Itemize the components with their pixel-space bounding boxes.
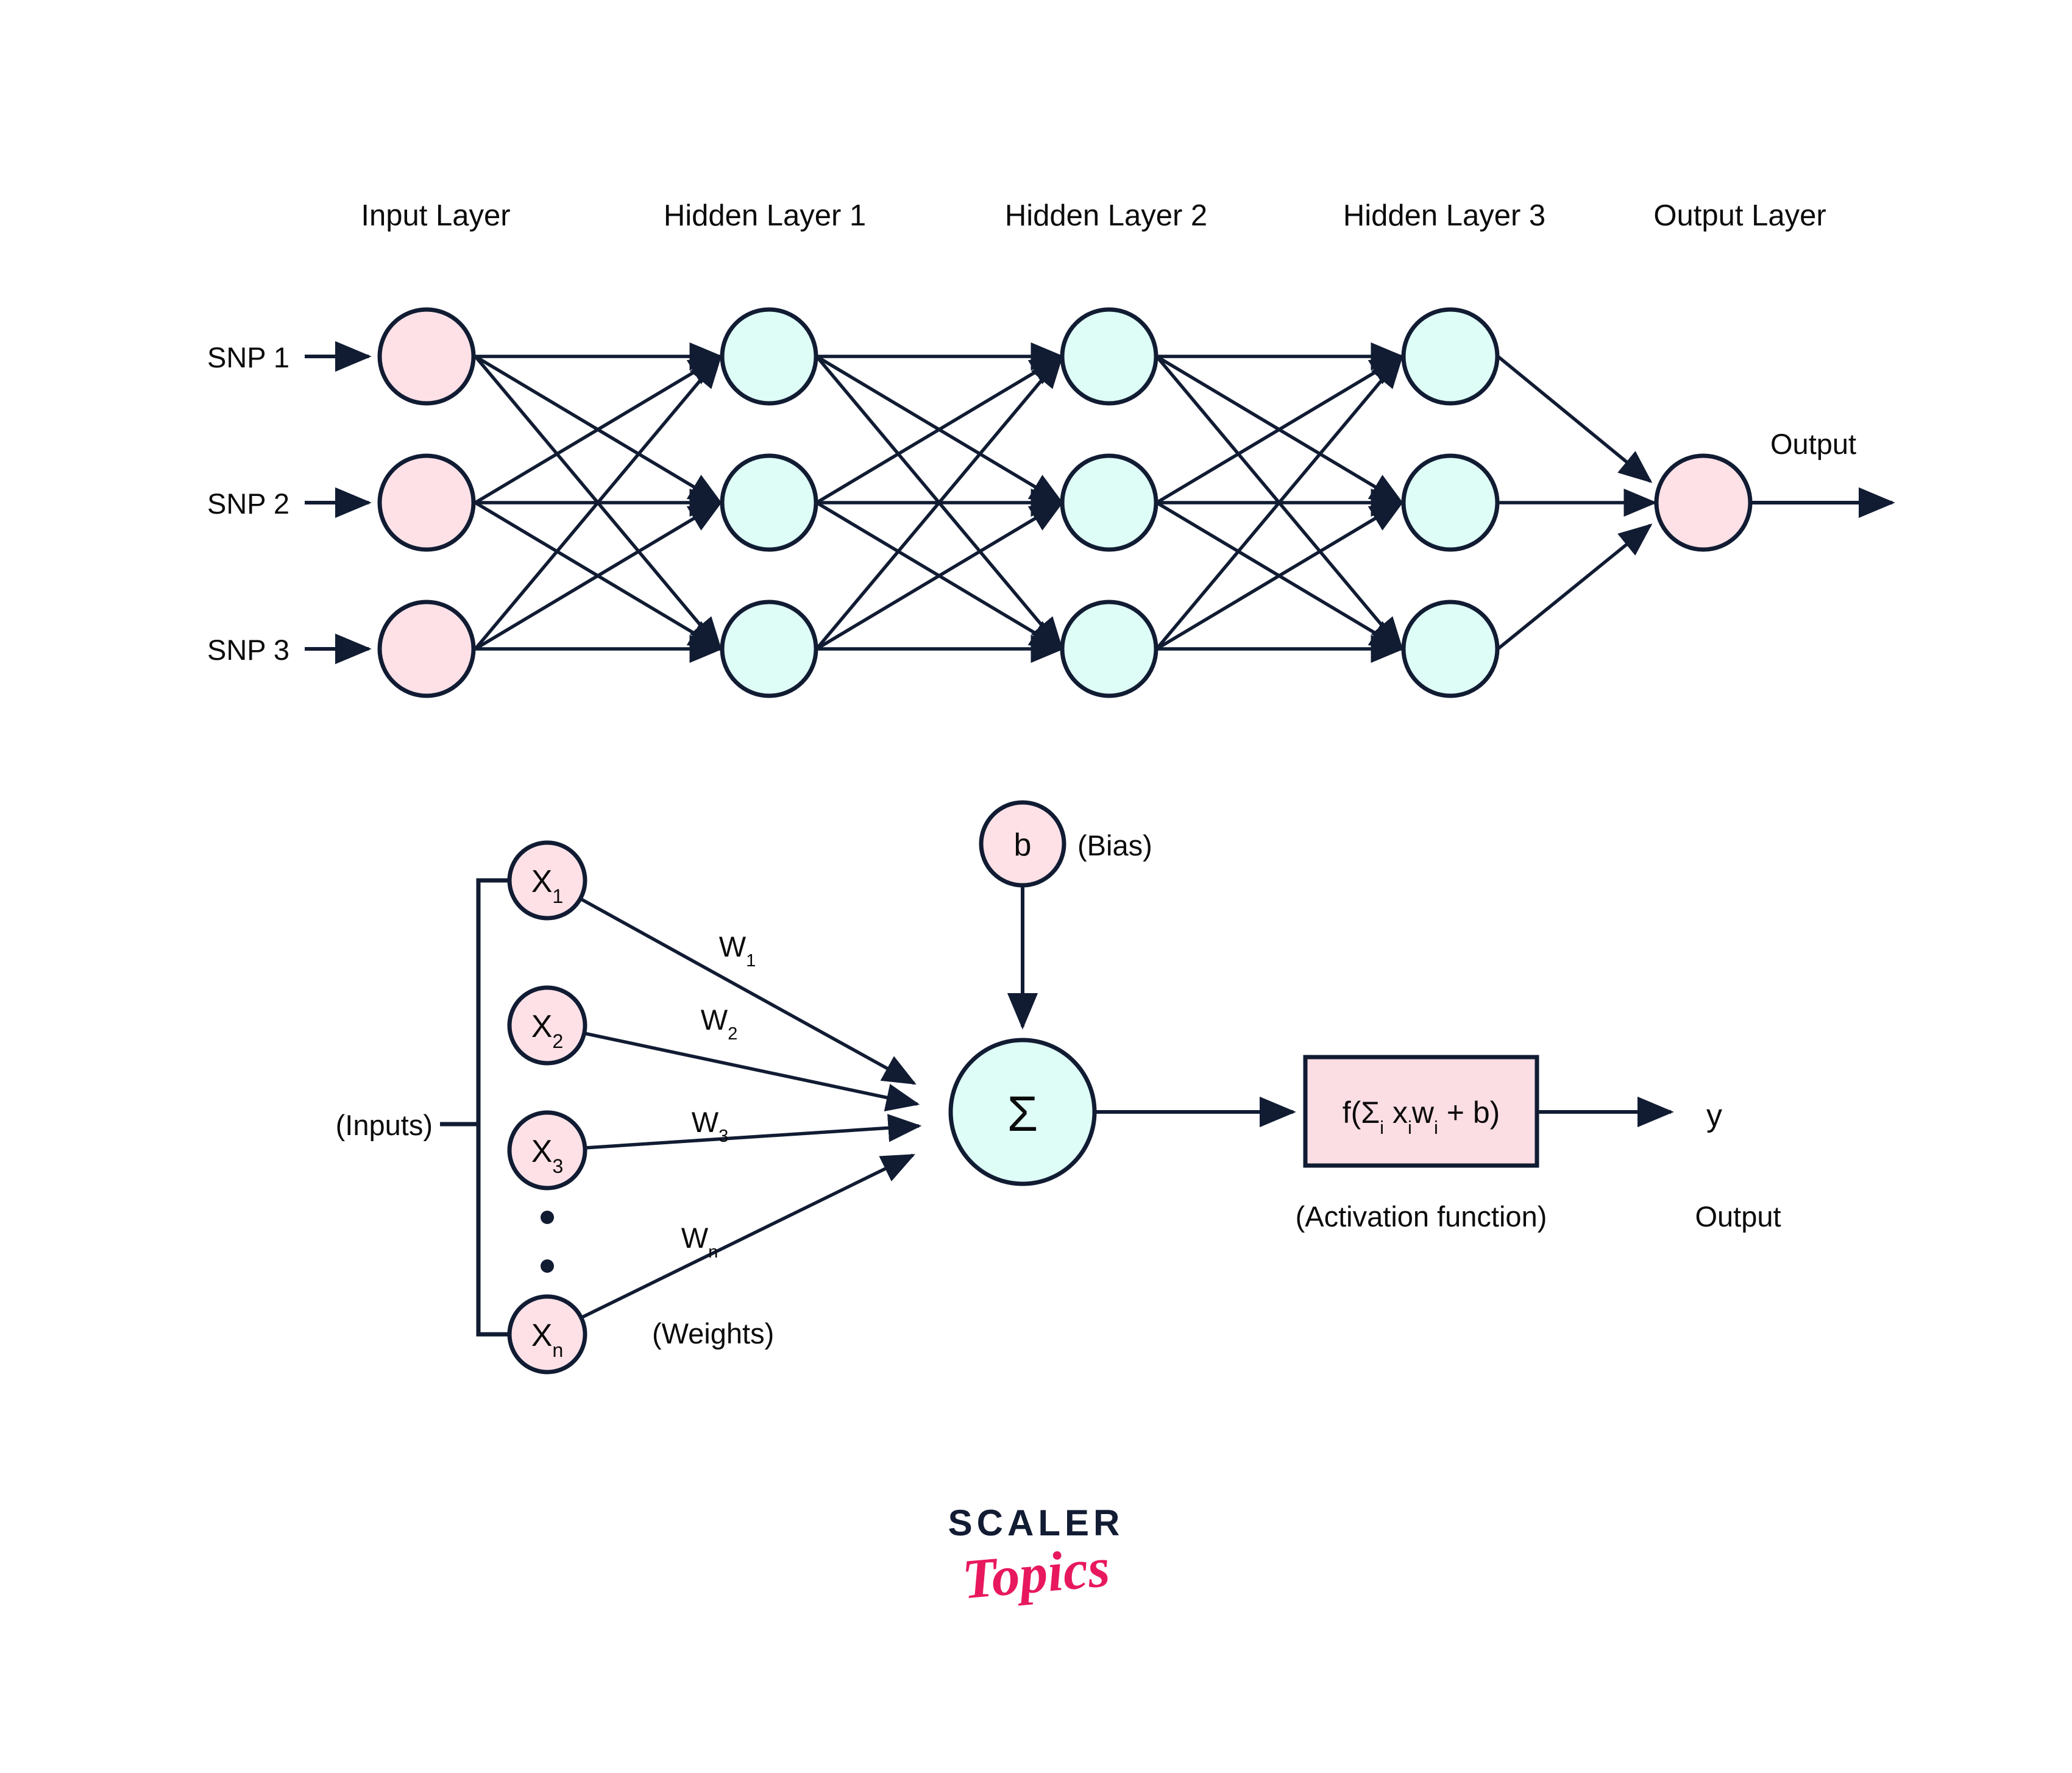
neuron-output-caption: Output (1695, 1200, 1781, 1233)
input-node-1 (377, 307, 476, 406)
weight-label-n: Wn (681, 1222, 718, 1262)
ellipsis-dot-2 (541, 1259, 554, 1273)
hidden1-node-2 (720, 453, 818, 552)
layer-title-output: Output Layer (1653, 199, 1826, 232)
activation-function-group: f(Σi xiwi + b) (Activation function) (1296, 1055, 1547, 1233)
weight-label-2: W2 (701, 1003, 738, 1044)
network-output-label: Output (1770, 428, 1856, 460)
network-input-arrows (305, 341, 372, 665)
summation-symbol: Σ (1007, 1086, 1038, 1142)
layer-title-hidden-3: Hidden Layer 3 (1343, 199, 1545, 232)
hidden2-node-2 (1060, 453, 1158, 552)
neuron-output-symbol: y (1706, 1098, 1722, 1133)
inputs-bracket-label: (Inputs) (336, 1109, 433, 1141)
output-node (1654, 453, 1753, 552)
snp-label-3: SNP 3 (207, 634, 289, 666)
inputs-bracket: (Inputs) (336, 878, 509, 1337)
hidden2-node-1 (1060, 307, 1158, 406)
layer-titles: Input Layer Hidden Layer 1 Hidden Layer … (361, 199, 1826, 232)
summation-group: Σ (948, 1038, 1296, 1186)
logo-scaler-wordmark: SCALER (948, 1502, 1124, 1543)
hidden3-node-2 (1401, 453, 1500, 552)
hidden1-node-3 (720, 600, 818, 698)
hidden-layer-3-nodes (1401, 307, 1500, 698)
input-node-3 (377, 600, 476, 698)
hidden2-node-3 (1060, 600, 1158, 698)
neuron-output-group: y Output (1537, 1096, 1781, 1233)
hidden-layer-2-nodes (1060, 307, 1158, 698)
edges-hidden1-to-hidden2 (815, 342, 1065, 664)
hidden1-node-1 (720, 307, 818, 406)
bias-caption: (Bias) (1077, 829, 1152, 862)
edges-input-to-hidden1 (474, 342, 723, 664)
hidden3-node-1 (1401, 307, 1500, 406)
activation-caption: (Activation function) (1296, 1200, 1547, 1233)
bias-symbol: b (1014, 827, 1032, 863)
vertical-ellipsis (541, 1211, 554, 1273)
hidden-layer-1-nodes (720, 307, 818, 698)
neuron-input-nodes: X1 X2 X3 Xn (507, 840, 587, 1375)
output-layer-node-group: Output (1654, 428, 1895, 552)
input-node-2 (377, 453, 476, 552)
weight-label-1: W1 (719, 930, 756, 971)
weights-caption: (Weights) (652, 1317, 774, 1350)
layer-title-hidden-1: Hidden Layer 1 (664, 199, 866, 232)
scaler-topics-logo: SCALER Topics (902, 1505, 1170, 1657)
edges-hidden2-to-hidden3 (1155, 342, 1405, 664)
snp-labels: SNP 1 SNP 2 SNP 3 (207, 341, 289, 666)
hidden3-node-3 (1401, 600, 1500, 698)
layer-title-hidden-2: Hidden Layer 2 (1005, 199, 1207, 232)
ellipsis-dot-1 (541, 1211, 554, 1224)
input-layer-nodes (377, 307, 476, 698)
snp-label-1: SNP 1 (207, 341, 289, 373)
snp-label-2: SNP 2 (207, 487, 289, 520)
bias-group: b (Bias) (979, 800, 1152, 1030)
edges-hidden3-to-output (1497, 355, 1658, 651)
layer-title-input: Input Layer (361, 199, 510, 232)
logo-topics-wordmark: Topics (960, 1535, 1112, 1611)
diagram-canvas: Input Layer Hidden Layer 1 Hidden Layer … (0, 0, 2072, 1773)
